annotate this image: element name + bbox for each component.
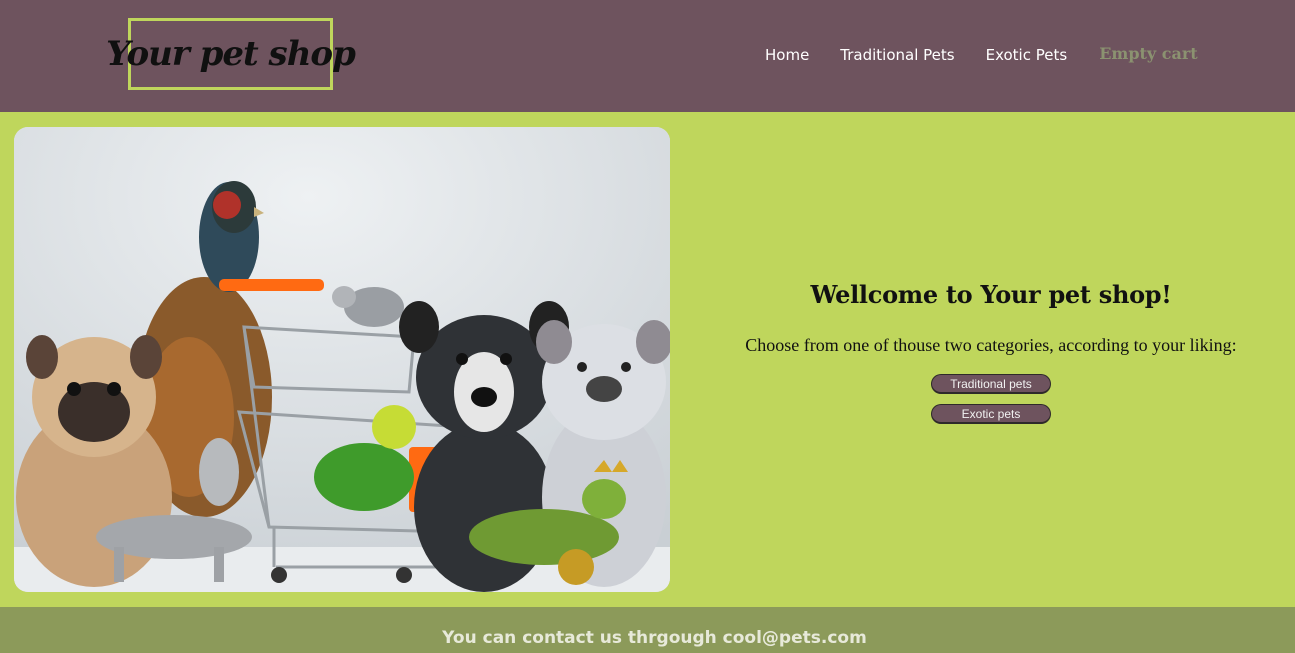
welcome-title: Wellcome to Your pet shop! — [810, 280, 1172, 309]
logo[interactable]: Your pet shop — [106, 18, 356, 90]
footer-contact-text: You can contact us thrgough cool@pets.co… — [442, 628, 867, 648]
hero-image — [14, 127, 670, 592]
cart-link[interactable]: Empty cart — [1099, 44, 1198, 64]
exotic-pets-button[interactable]: Exotic pets — [931, 404, 1051, 424]
welcome-subtitle: Choose from one of thouse two categories… — [745, 335, 1237, 355]
site-footer: You can contact us thrgough cool@pets.co… — [0, 607, 1295, 653]
nav-exotic-pets-link[interactable]: Exotic Pets — [986, 45, 1068, 65]
site-header: Your pet shop Home Traditional Pets Exot… — [0, 0, 1295, 112]
main-nav: Home Traditional Pets Exotic Pets Empty … — [765, 44, 1229, 65]
welcome-panel: Wellcome to Your pet shop! Choose from o… — [690, 280, 1295, 424]
nav-home-link[interactable]: Home — [765, 45, 809, 65]
nav-traditional-pets-link[interactable]: Traditional Pets — [840, 45, 954, 65]
traditional-pets-button[interactable]: Traditional pets — [931, 374, 1051, 394]
